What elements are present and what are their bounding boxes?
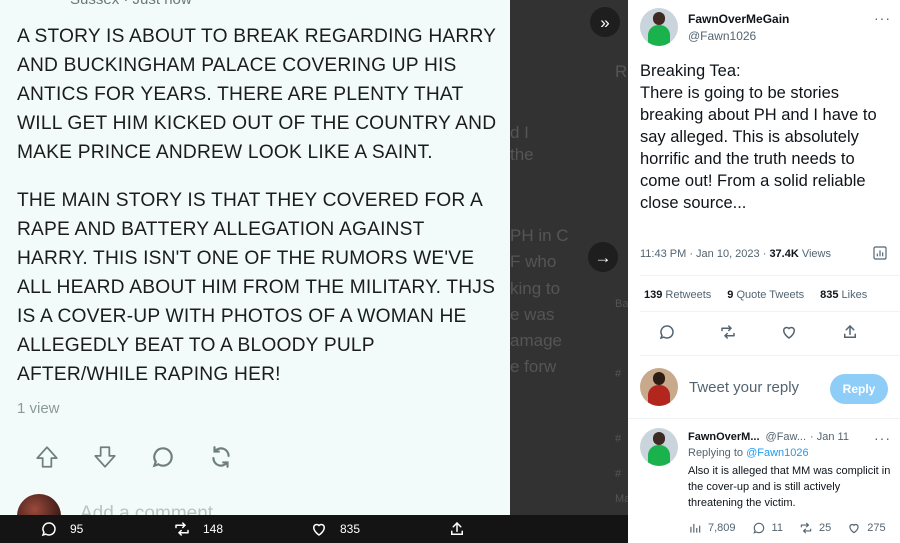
background-text: the (510, 145, 534, 164)
reply-retweets[interactable]: 25 (799, 521, 831, 535)
reply-icon (752, 522, 764, 534)
next-button[interactable]: → (588, 242, 618, 272)
share-icon (212, 446, 230, 468)
more-options-icon[interactable]: ··· (874, 10, 891, 26)
comment-icon (152, 447, 173, 468)
upvote-button[interactable] (18, 440, 76, 474)
retweets-stat[interactable]: 139 Retweets (644, 289, 711, 301)
background-text: Ba (615, 298, 628, 310)
views-count: 37.4K (769, 248, 799, 260)
arrow-right-icon: → (594, 247, 612, 267)
upvote-icon (36, 446, 58, 468)
tweet-actions (658, 323, 859, 341)
tweet-stats: 139 Retweets 9 Quote Tweets 835 Likes (644, 289, 883, 301)
views-label: Views (798, 248, 831, 260)
retweet-count: 148 (203, 522, 224, 536)
divider (640, 311, 900, 312)
reply-input[interactable]: Tweet your reply (689, 379, 799, 396)
reply-actions: 7,809 11 25 275 (688, 521, 900, 535)
like-count-action[interactable]: 835 (310, 520, 360, 538)
background-tweet-area: R d I the PH in C F who king to e was am… (510, 0, 628, 543)
tweet-meta: 11:43 PM · Jan 10, 2023 · 37.4K Views (640, 248, 831, 260)
reply-count-action[interactable]: 95 (40, 520, 83, 538)
analytics-icon[interactable] (872, 245, 888, 261)
like-count: 835 (340, 522, 361, 536)
reply-count: 95 (70, 522, 84, 536)
author-name[interactable]: FawnOverMeGain (688, 12, 789, 26)
divider (640, 275, 900, 276)
retweet-icon (800, 522, 812, 534)
background-text: # (615, 368, 622, 380)
avatar (17, 494, 61, 515)
reply-views[interactable]: 7,809 (688, 521, 736, 535)
heart-icon (312, 523, 326, 536)
post-byline: Sussex · Just now (70, 0, 192, 8)
post-paragraph-2: THE MAIN STORY IS THAT THEY COVERED FOR … (17, 190, 496, 385)
reply-author[interactable]: FawnOverM... @Faw... · Jan 11 (688, 431, 849, 443)
downvote-button[interactable] (76, 440, 134, 474)
view-count: 1 view (17, 400, 60, 417)
reply-button[interactable]: Reply (830, 374, 888, 404)
divider (628, 418, 900, 419)
downvote-icon (94, 446, 116, 468)
tweet-detail: FawnOverMeGain @Fawn1026 ··· Breaking Te… (628, 0, 900, 543)
share-icon[interactable] (841, 323, 859, 341)
tweet-time: 11:43 PM · Jan 10, 2023 · (640, 248, 770, 260)
reply-icon[interactable] (658, 323, 676, 341)
views-icon (690, 523, 701, 533)
collapse-button[interactable]: » (590, 7, 620, 37)
replying-to-link[interactable]: @Fawn1026 (746, 447, 809, 459)
heart-icon (849, 523, 859, 534)
post-actions (18, 440, 250, 474)
author-handle[interactable]: @Fawn1026 (688, 29, 756, 43)
heart-icon[interactable] (780, 323, 798, 341)
quotes-stat[interactable]: 9 Quote Tweets (727, 289, 804, 301)
double-chevron-right-icon: » (600, 12, 610, 32)
tweet-text: Breaking Tea: There is going to be stori… (640, 62, 877, 212)
share-button[interactable] (192, 440, 250, 474)
divider (640, 355, 900, 356)
share-action[interactable] (448, 520, 466, 538)
upload-icon (451, 521, 463, 535)
background-text: # (615, 433, 622, 445)
background-text: F who (510, 252, 557, 271)
background-text: e forw (510, 357, 557, 376)
post-paragraph-1: A STORY IS ABOUT TO BREAK REGARDING HARR… (17, 26, 497, 163)
comment-input[interactable]: Add a comment (80, 503, 213, 515)
background-text: e was (510, 305, 555, 324)
reply-likes[interactable]: 275 (847, 521, 886, 535)
comment-button[interactable] (134, 440, 192, 474)
likes-stat[interactable]: 835 Likes (820, 289, 867, 301)
background-text: d I (510, 123, 529, 142)
author-avatar[interactable] (640, 8, 678, 46)
replying-to: Replying to @Fawn1026 (688, 447, 809, 459)
reply-text: Also it is alleged that MM was complicit… (688, 465, 891, 509)
background-text: # (615, 468, 622, 480)
retweet-icon (175, 522, 189, 536)
more-options-icon[interactable]: ··· (874, 430, 891, 446)
reply-replies[interactable]: 11 (752, 521, 783, 535)
user-avatar (640, 368, 678, 406)
background-text: PH in C (510, 226, 569, 245)
post-panel: Sussex · Just now A STORY IS ABOUT TO BR… (0, 0, 510, 515)
background-text: Ma (615, 493, 628, 505)
background-text: amage (510, 331, 562, 350)
reply-author-avatar[interactable] (640, 428, 678, 466)
retweet-icon[interactable] (719, 323, 737, 341)
background-text: R (615, 62, 628, 81)
comment-icon (41, 522, 56, 537)
retweet-count-action[interactable]: 148 (173, 520, 223, 538)
background-text: king to (510, 279, 561, 298)
